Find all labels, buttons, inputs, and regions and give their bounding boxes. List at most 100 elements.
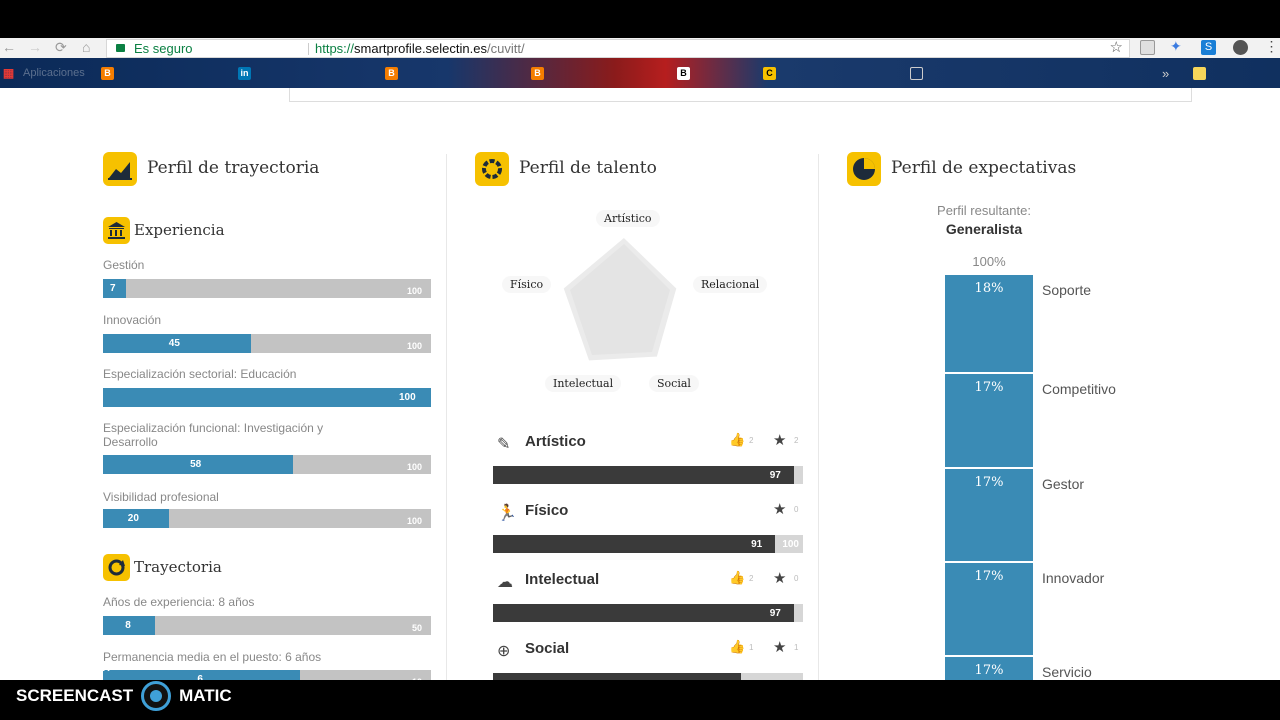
segment-percent: 17% bbox=[974, 380, 1004, 395]
bookmark-item[interactable]: B bbox=[677, 65, 698, 81]
segment-label: Competitivo bbox=[1042, 381, 1116, 397]
bookmark-item[interactable] bbox=[910, 65, 931, 81]
progress-bar-max: 50 bbox=[411, 623, 422, 633]
talent-row-title: Intelectual bbox=[525, 571, 600, 588]
segment-label: Innovador bbox=[1042, 570, 1105, 586]
dropbox-icon[interactable]: ✦ bbox=[1170, 38, 1185, 54]
progress-bar-value: 100 bbox=[399, 392, 416, 403]
screencast-logo-icon bbox=[141, 681, 172, 711]
bookmark-item[interactable]: B bbox=[531, 65, 552, 81]
star-icon[interactable]: ★ bbox=[773, 431, 786, 449]
blogger-icon: B bbox=[531, 66, 544, 80]
progress-bar-fill bbox=[103, 388, 431, 407]
section-title-expectativas: Perfil de expectativas bbox=[891, 158, 1077, 178]
stars-count: 0 bbox=[794, 505, 799, 514]
talent-bar-fill bbox=[493, 466, 794, 484]
bar-label: Visibilidad profesional bbox=[103, 490, 219, 504]
linkedin-icon: in bbox=[238, 66, 251, 80]
bookmark-star-icon[interactable]: ☆ bbox=[1110, 39, 1123, 56]
talent-bar-max: 100 bbox=[782, 539, 799, 550]
column-separator bbox=[818, 154, 819, 680]
bar-label: Permanencia media en el puesto: 6 años bbox=[103, 650, 322, 664]
trajectory-chart-icon bbox=[103, 152, 137, 186]
address-bar[interactable]: Es seguro https://smartprofile.selectin.… bbox=[106, 39, 1130, 58]
skype-icon[interactable]: S bbox=[1201, 40, 1216, 55]
progress-bar: 8 50 bbox=[103, 616, 431, 635]
total-label: 100% bbox=[972, 254, 1006, 269]
star-icon[interactable]: ★ bbox=[773, 500, 786, 518]
progress-bar: 610 bbox=[103, 670, 431, 680]
bookmark-item[interactable]: C bbox=[763, 65, 784, 81]
star-icon[interactable]: ★ bbox=[773, 569, 786, 587]
talent-bar: 97 bbox=[493, 466, 803, 484]
progress-bar-value: 7 bbox=[110, 283, 116, 294]
progress-bar-value: 20 bbox=[127, 513, 139, 524]
progress-bar: 7 100 bbox=[103, 279, 431, 298]
watermark-recorded-with: RECORDED WITH bbox=[16, 662, 111, 674]
home-icon[interactable]: ⌂ bbox=[82, 39, 90, 55]
progress-bar: 45 100 bbox=[103, 334, 431, 353]
institution-icon bbox=[103, 217, 130, 244]
talent-bar-fill bbox=[493, 535, 776, 553]
star-icon[interactable]: ★ bbox=[773, 638, 786, 656]
expectation-segment: 17% bbox=[945, 657, 1033, 680]
progress-bar-value: 45 bbox=[168, 338, 180, 349]
radar-label-artistico: Artístico bbox=[596, 210, 660, 227]
reload-icon[interactable]: ⟳ bbox=[55, 39, 67, 56]
runner-icon: 🏃 bbox=[497, 505, 517, 522]
expectation-segment: 17% bbox=[945, 469, 1033, 561]
clock-extension-icon[interactable] bbox=[1233, 40, 1248, 55]
likes-count: 1 bbox=[749, 643, 754, 652]
talent-bar: 97 bbox=[493, 604, 803, 622]
progress-bar: 20 100 bbox=[103, 509, 431, 528]
cycle-icon bbox=[103, 554, 130, 581]
resultante-value: Generalista bbox=[945, 221, 1023, 237]
back-arrow-icon[interactable]: ← bbox=[2, 39, 16, 55]
stars-count: 1 bbox=[794, 643, 799, 652]
segment-percent: 17% bbox=[974, 569, 1004, 584]
blogger-icon: B bbox=[385, 66, 398, 80]
section-title-talento: Perfil de talento bbox=[519, 158, 657, 178]
segment-label: Soporte bbox=[1042, 282, 1092, 298]
bookmarks-bar: ▦ Aplicaciones B in B B B C » bbox=[0, 58, 1280, 88]
likes-count: 2 bbox=[749, 574, 754, 583]
progress-bar-value: 58 bbox=[190, 459, 202, 470]
thumbs-up-icon[interactable]: 👍 bbox=[729, 432, 745, 448]
bookmark-folder[interactable] bbox=[1193, 65, 1214, 81]
section-title-trayectoria: Perfil de trayectoria bbox=[147, 158, 320, 178]
subsection-title-experiencia: Experiencia bbox=[134, 221, 225, 239]
pie-chart-icon bbox=[847, 152, 881, 186]
talent-radar-chart bbox=[560, 233, 680, 364]
extension-reader-icon[interactable] bbox=[1140, 40, 1155, 55]
progress-bar-max: 100 bbox=[406, 341, 422, 351]
progress-bar-value: 8 bbox=[125, 620, 131, 631]
bookmark-item[interactable]: B bbox=[101, 65, 122, 81]
forward-arrow-icon[interactable]: → bbox=[28, 39, 42, 55]
page-icon bbox=[910, 66, 923, 80]
bookmark-item[interactable]: B bbox=[385, 65, 406, 81]
talent-bar-value: 97 bbox=[769, 470, 781, 481]
stars-count: 2 bbox=[794, 436, 799, 445]
talent-bar: 91 100 bbox=[493, 535, 803, 553]
lock-icon bbox=[116, 44, 125, 52]
talent-row-title: Artístico bbox=[525, 433, 586, 450]
bookmark-item[interactable]: in bbox=[238, 65, 259, 81]
segment-label: Gestor bbox=[1042, 476, 1085, 492]
likes-count: 2 bbox=[749, 436, 754, 445]
resultante-label: Perfil resultante: bbox=[937, 203, 1031, 218]
url-text[interactable]: https://smartprofile.selectin.es/cuvitt/ bbox=[315, 40, 525, 57]
more-bookmarks-icon[interactable]: » bbox=[1162, 65, 1169, 81]
talent-laurel-icon bbox=[475, 152, 509, 186]
c-icon: C bbox=[763, 66, 776, 80]
brush-icon: ✎ bbox=[497, 436, 511, 453]
bookmark-apps[interactable]: ▦ Aplicaciones bbox=[2, 65, 85, 81]
stars-count: 0 bbox=[794, 574, 799, 583]
thumbs-up-icon[interactable]: 👍 bbox=[729, 570, 745, 586]
thumbs-up-icon[interactable]: 👍 bbox=[729, 639, 745, 655]
progress-bar-max: 100 bbox=[406, 516, 422, 526]
brain-icon: ☁ bbox=[497, 574, 513, 591]
menu-icon[interactable]: ⋮ bbox=[1264, 38, 1279, 54]
blogger-icon: B bbox=[101, 66, 114, 80]
header-box bbox=[289, 88, 1192, 102]
talent-bar-value: 97 bbox=[769, 608, 781, 619]
